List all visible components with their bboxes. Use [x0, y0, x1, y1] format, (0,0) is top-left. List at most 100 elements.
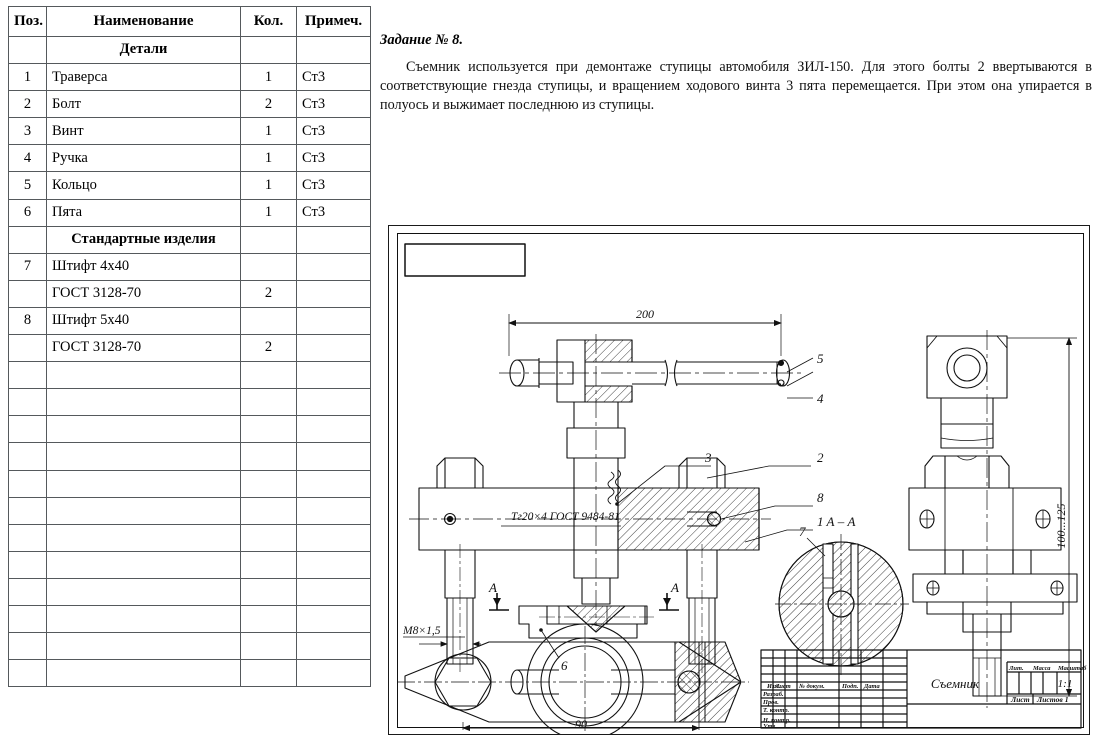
table-row: Стандартные изделия	[8, 225, 371, 254]
cell-empty	[240, 523, 297, 552]
table-row: 2 Болт 2 Ст3	[8, 90, 371, 119]
table-row-empty	[8, 659, 371, 688]
table-row: 8 Штифт 5х40	[8, 306, 371, 336]
table-row: 1 Траверса 1 Ст3	[8, 63, 371, 92]
cell-name: Винт	[46, 117, 241, 146]
table-row: ГОСТ 3128-70 2	[8, 279, 371, 308]
table-row-empty	[8, 496, 371, 525]
table-row-empty	[8, 469, 371, 498]
section-heading: Детали	[46, 35, 241, 65]
tb-mass-header: Масса	[1032, 665, 1051, 672]
cell-empty	[8, 361, 47, 390]
specification-table-body: Детали 1 Траверса 1 Ст3 2 Болт 2 Ст3 3 Винт 1 Ст3 4 Ру…	[8, 35, 371, 688]
cell-empty	[296, 604, 371, 634]
cell-empty	[240, 577, 297, 606]
callout-6: 6	[561, 658, 568, 673]
technical-drawing: 200 Тг20×4 ГОСТ 9484-81 M8×1,5 90 100...…	[397, 243, 1087, 734]
dim-overall-length: 200	[636, 307, 654, 321]
cell-empty	[240, 632, 297, 661]
callout-4: 4	[817, 391, 824, 406]
dim-thread-small: M8×1,5	[402, 625, 441, 637]
cell-empty	[296, 469, 371, 498]
cell-empty	[8, 388, 47, 417]
cell-empty	[296, 550, 371, 579]
cell-empty	[8, 496, 47, 525]
section-mark-right: А	[670, 580, 679, 595]
cell-empty	[240, 388, 297, 417]
cell-empty	[46, 388, 241, 417]
cell-name: ГОСТ 3128-70	[46, 279, 241, 308]
table-row: 4 Ручка 1 Ст3	[8, 144, 371, 173]
cell-pos: 5	[8, 171, 47, 200]
tb-col-list: Лист	[774, 683, 791, 690]
cell-note	[296, 225, 371, 254]
cell-qty	[240, 35, 297, 65]
cell-empty	[46, 550, 241, 579]
cell-qty	[240, 252, 297, 281]
cell-empty	[8, 550, 47, 579]
cell-empty	[46, 632, 241, 661]
cell-empty	[296, 632, 371, 661]
table-header-row: Поз. Наименование Кол. Примеч.	[8, 6, 371, 37]
cell-note	[296, 252, 371, 281]
cell-empty	[8, 632, 47, 661]
tb-sheets-label: Листов 1	[1036, 695, 1069, 704]
cell-name: Кольцо	[46, 171, 241, 200]
cell-qty: 2	[240, 334, 297, 363]
col-header-pos: Поз.	[8, 6, 47, 37]
cell-empty	[46, 496, 241, 525]
cell-name: Пята	[46, 198, 241, 227]
cell-empty	[296, 361, 371, 390]
cell-name: Ручка	[46, 144, 241, 173]
callout-3: 3	[704, 450, 712, 465]
cell-empty	[240, 604, 297, 634]
dim-height-range: 100...125	[1054, 504, 1068, 549]
cell-pos: 8	[8, 306, 47, 336]
cell-empty	[46, 415, 241, 444]
cell-note	[296, 35, 371, 65]
cell-empty	[296, 577, 371, 606]
task-title: Задание № 8.	[380, 32, 464, 48]
cell-empty	[46, 659, 241, 688]
callout-7: 7	[799, 524, 806, 539]
cell-empty	[296, 523, 371, 552]
dim-base-width: 90	[575, 717, 587, 731]
tb-role-prov: Пров.	[762, 699, 779, 706]
cell-qty: 1	[240, 117, 297, 146]
tb-col-data: Дата	[863, 683, 881, 690]
cell-note	[296, 279, 371, 308]
cell-qty	[240, 225, 297, 254]
cell-note: Ст3	[296, 90, 371, 119]
cell-name: Штифт 4х40	[46, 252, 241, 281]
cell-empty	[296, 388, 371, 417]
table-row-empty	[8, 604, 371, 634]
cell-note: Ст3	[296, 144, 371, 173]
cell-note: Ст3	[296, 117, 371, 146]
cell-empty	[240, 442, 297, 471]
tb-col-podp: Подп.	[841, 683, 859, 690]
cell-name: Штифт 5х40	[46, 306, 241, 336]
col-header-qty: Кол.	[240, 6, 297, 37]
cell-name: Траверса	[46, 63, 241, 92]
document-page: Поз. Наименование Кол. Примеч. Детали 1 Тр…	[0, 0, 1100, 744]
cell-empty	[8, 469, 47, 498]
tb-part-name: Съемник	[931, 676, 980, 691]
callout-2: 2	[817, 450, 824, 465]
cell-pos	[8, 225, 47, 254]
cell-empty	[46, 442, 241, 471]
right-pane: Задание № 8. Съемник используется при де…	[374, 0, 1100, 744]
table-row-empty	[8, 577, 371, 606]
table-row-empty	[8, 442, 371, 471]
tb-role-razrab: Разраб.	[763, 691, 784, 698]
table-row: 7 Штифт 4х40	[8, 252, 371, 281]
cell-empty	[8, 523, 47, 552]
table-row: 3 Винт 1 Ст3	[8, 117, 371, 146]
dim-thread-main: Тг20×4 ГОСТ 9484-81	[511, 511, 620, 523]
engineering-drawing-sheet: 200 Тг20×4 ГОСТ 9484-81 M8×1,5 90 100...…	[388, 225, 1090, 735]
callout-1: 1	[817, 514, 824, 529]
cell-qty: 2	[240, 279, 297, 308]
cell-empty	[240, 496, 297, 525]
cell-empty	[46, 604, 241, 634]
cell-qty: 1	[240, 198, 297, 227]
cell-empty	[46, 577, 241, 606]
